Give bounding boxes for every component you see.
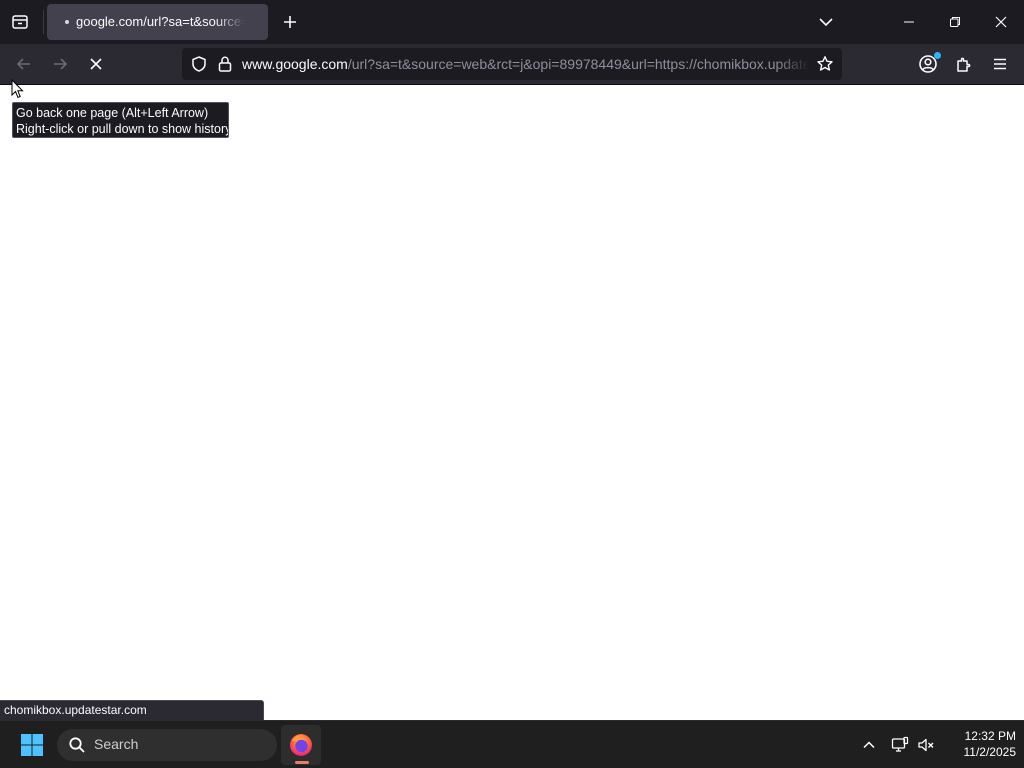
restore-button[interactable] <box>932 0 978 44</box>
back-button[interactable] <box>9 49 39 79</box>
search-label: Search <box>94 736 139 752</box>
windows-logo-icon <box>21 734 43 756</box>
minimize-icon <box>904 21 914 23</box>
restore-icon <box>950 17 960 27</box>
system-clock[interactable]: 12:32 PM 11/2/2025 <box>940 728 1017 762</box>
app-menu-button[interactable] <box>985 49 1015 79</box>
running-app-indicator <box>295 761 309 764</box>
lock-icon <box>218 56 232 72</box>
search-icon <box>67 735 87 755</box>
account-button[interactable] <box>913 49 943 79</box>
screen: google.com/url?sa=t&source=web&rct=j&opi… <box>0 0 1024 768</box>
volume-muted-icon <box>918 738 934 752</box>
address-bar[interactable]: www.google.com/url?sa=t&source=web&rct=j… <box>182 48 842 80</box>
taskbar-search[interactable]: Search <box>57 729 277 761</box>
plus-icon <box>284 16 296 28</box>
tab-list-button[interactable] <box>6 8 34 36</box>
taskbar-app-firefox[interactable] <box>281 725 321 765</box>
arrow-right-icon <box>54 58 68 70</box>
url-text[interactable]: www.google.com/url?sa=t&source=web&rct=j… <box>242 56 810 74</box>
stop-loading-button[interactable] <box>81 49 111 79</box>
puzzle-icon <box>957 57 971 72</box>
status-panel: chomikbox.updatestar.com <box>0 700 264 720</box>
chevron-up-icon <box>863 741 875 749</box>
tab-active[interactable]: google.com/url?sa=t&source=web&rct=j&opi… <box>47 4 268 40</box>
mouse-cursor-icon <box>11 79 24 99</box>
site-info-button[interactable] <box>215 52 235 76</box>
bookmark-button[interactable] <box>813 52 837 76</box>
clock-date: 11/2/2025 <box>963 745 1017 759</box>
chevron-down-icon <box>819 18 833 27</box>
firefox-icon <box>290 734 312 756</box>
start-button[interactable] <box>12 725 52 765</box>
clock-time: 12:32 PM <box>964 729 1016 743</box>
close-window-button[interactable] <box>978 0 1024 44</box>
network-status-button[interactable] <box>888 733 912 757</box>
forward-button[interactable] <box>45 49 75 79</box>
tab-list-icon <box>12 15 28 29</box>
volume-button[interactable] <box>914 733 938 757</box>
tooltip-line-1: Go back one page (Alt+Left Arrow) <box>16 106 209 120</box>
account-badge <box>934 52 941 59</box>
tab-title: google.com/url?sa=t&source=web&rct=j&opi… <box>76 14 245 29</box>
tracking-protection-button[interactable] <box>187 52 211 76</box>
star-icon <box>817 56 833 71</box>
close-icon <box>995 16 1007 28</box>
tab-strip: google.com/url?sa=t&source=web&rct=j&opi… <box>0 0 1024 44</box>
list-all-tabs-button[interactable] <box>812 8 840 36</box>
shield-icon <box>192 56 206 72</box>
tab-separator <box>43 10 44 34</box>
hamburger-icon <box>994 58 1006 70</box>
taskbar: Search 12:32 PM 11/2/2025 <box>0 720 1024 768</box>
new-tab-button[interactable] <box>277 8 303 36</box>
url-host: www.google.com <box>242 56 348 72</box>
close-icon <box>90 58 102 70</box>
url-path: /url?sa=t&source=web&rct=j&opi=89978449&… <box>347 56 810 72</box>
tooltip-line-2: Right-click or pull down to show history <box>16 122 229 136</box>
arrow-left-icon <box>16 58 30 70</box>
page-content[interactable] <box>0 85 1024 720</box>
navigation-toolbar: www.google.com/url?sa=t&source=web&rct=j… <box>0 44 1024 85</box>
back-button-tooltip: Go back one page (Alt+Left Arrow) Right-… <box>12 102 229 138</box>
minimize-button[interactable] <box>886 0 932 44</box>
show-hidden-icons-button[interactable] <box>857 733 881 757</box>
extensions-button[interactable] <box>949 49 979 79</box>
loading-indicator-icon <box>65 20 69 24</box>
network-icon <box>891 736 909 752</box>
